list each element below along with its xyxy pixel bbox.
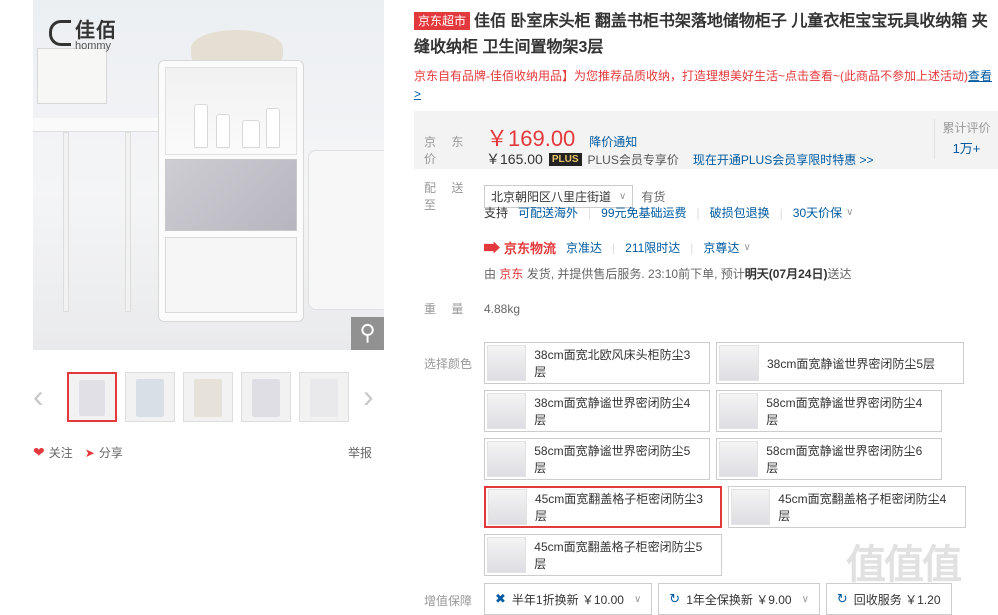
color-option[interactable]: 45cm面宽翻盖格子柜密闭防尘4层 xyxy=(728,486,966,528)
logistics-option[interactable]: 211限时达 xyxy=(625,239,680,256)
delivery-note: 由 京东 发货, 并提供售后服务. 23:10前下单, 预计 明天(07月24日)… xyxy=(484,267,852,281)
color-label: 选择颜色 xyxy=(424,357,473,371)
chevron-down-icon[interactable]: ∨ xyxy=(743,242,750,253)
heart-icon: ❤ xyxy=(33,444,45,460)
service-overseas[interactable]: 可配送海外 xyxy=(518,204,578,221)
thumbnail[interactable] xyxy=(241,372,291,422)
refresh-icon: ↻ xyxy=(669,591,681,606)
stock-status: 有货 xyxy=(641,189,666,204)
logistics-row: 京东物流 京准达 | 211限时达 | 京尊达 ∨ xyxy=(484,238,751,257)
thumbnail[interactable] xyxy=(299,372,349,422)
zoom-magnifier-icon[interactable]: ⚲ xyxy=(351,317,384,350)
plus-upgrade-link[interactable]: 现在开通PLUS会员享限时特惠 >> xyxy=(693,151,874,168)
store-tag[interactable]: 京东超市 xyxy=(414,12,471,30)
support-row: 支持 可配送海外 | 99元免基础运费 | 破损包退换 | 30天价保 ∨ xyxy=(484,204,854,221)
desk-leg xyxy=(63,132,69,312)
logo-mark-icon xyxy=(49,20,71,46)
desk-leg xyxy=(125,132,131,312)
thumbnail-strip: ‹ › xyxy=(33,370,386,426)
share-button[interactable]: ➤ 分享 xyxy=(85,444,123,461)
logistics-option[interactable]: 京准达 xyxy=(566,239,602,256)
recycle-icon: ↻ xyxy=(836,591,848,606)
thumbnail[interactable] xyxy=(67,372,117,422)
gallery-actions: ❤ 关注 ➤ 分享 举报 xyxy=(33,444,384,461)
color-option[interactable]: 58cm面宽静谧世界密闭防尘4层 xyxy=(716,390,942,432)
product-info: 京东超市 佳佰 卧室床头柜 翻盖书柜书架落地储物柜子 儿童衣柜宝宝玩具收纳箱 夹缝… xyxy=(414,0,998,169)
wrench-icon: ✖ xyxy=(495,591,506,606)
bed-decor xyxy=(308,150,384,310)
color-option[interactable]: 45cm面宽翻盖格子柜密闭防尘5层 xyxy=(484,534,722,576)
price-notice-link[interactable]: 降价通知 xyxy=(589,133,637,150)
logistics-option[interactable]: 京尊达 xyxy=(703,239,739,256)
thumbnail[interactable] xyxy=(125,372,175,422)
color-option[interactable]: 58cm面宽静谧世界密闭防尘6层 xyxy=(716,438,942,480)
brand-logo: 佳佰 hommy xyxy=(49,14,117,52)
share-icon: ➤ xyxy=(84,445,95,460)
guarantee-option[interactable]: ✖ 半年1折换新 ￥10.00 ∨ xyxy=(484,583,653,615)
wall-frame-decor xyxy=(37,48,107,104)
chevron-down-icon: ∨ xyxy=(619,190,627,202)
color-option[interactable]: 38cm面宽静谧世界密闭防尘5层 xyxy=(716,342,964,384)
color-option-selected[interactable]: 45cm面宽翻盖格子柜密闭防尘3层 xyxy=(484,486,722,528)
thumb-next-arrow-icon[interactable]: › xyxy=(363,380,374,412)
cabinet-illustration xyxy=(158,60,304,322)
thumb-prev-arrow-icon[interactable]: ‹ xyxy=(33,380,44,412)
plus-badge: PLUS xyxy=(548,152,582,166)
weight-row: 重 量 4.88kg xyxy=(424,301,521,317)
service-damage-return[interactable]: 破损包退换 xyxy=(710,204,770,221)
product-title: 京东超市 佳佰 卧室床头柜 翻盖书柜书架落地储物柜子 儿童衣柜宝宝玩具收纳箱 夹缝… xyxy=(414,12,988,56)
report-link[interactable]: 举报 xyxy=(348,444,372,461)
truck-icon xyxy=(484,241,500,254)
desk-decor xyxy=(33,118,163,132)
guarantee-label: 增值保障 xyxy=(424,594,473,608)
color-option[interactable]: 58cm面宽静谧世界密闭防尘5层 xyxy=(484,438,710,480)
chevron-down-icon: ∨ xyxy=(801,593,809,605)
color-option[interactable]: 38cm面宽北欧风床头柜防尘3层 xyxy=(484,342,710,384)
service-price-protect[interactable]: 30天价保 xyxy=(793,204,842,221)
brand-name-cn: 佳佰 xyxy=(75,20,117,42)
site-watermark: 值值值 xyxy=(846,543,962,587)
guarantee-option[interactable]: ↻ 1年全保换新 ￥9.00 ∨ xyxy=(658,583,820,615)
chevron-down-icon: ∨ xyxy=(633,593,642,605)
weight-value: 4.88kg xyxy=(484,301,521,316)
price-box: 京 东 价 ￥169.00 降价通知 ￥165.00 PLUS PLUS会员专享… xyxy=(414,111,998,169)
main-product-image[interactable]: 佳佰 hommy ⚲ xyxy=(33,0,384,350)
follow-button[interactable]: ❤ 关注 xyxy=(33,444,73,461)
chevron-down-icon[interactable]: ∨ xyxy=(846,207,853,218)
reviews-summary[interactable]: 累计评价 1万+ xyxy=(934,119,998,159)
thumbnail[interactable] xyxy=(183,372,233,422)
promo-line: 京东自有品牌-佳佰收纳用品】为您推荐品质收纳，打造理想美好生活~点击查看~(此商… xyxy=(414,69,993,101)
brand-name-en: hommy xyxy=(75,40,112,52)
jd-logistics-logo: 京东物流 xyxy=(484,238,556,257)
plus-price: ￥165.00 xyxy=(486,151,543,167)
color-option[interactable]: 38cm面宽静谧世界密闭防尘4层 xyxy=(484,390,710,432)
service-free-shipping[interactable]: 99元免基础运费 xyxy=(601,204,686,221)
